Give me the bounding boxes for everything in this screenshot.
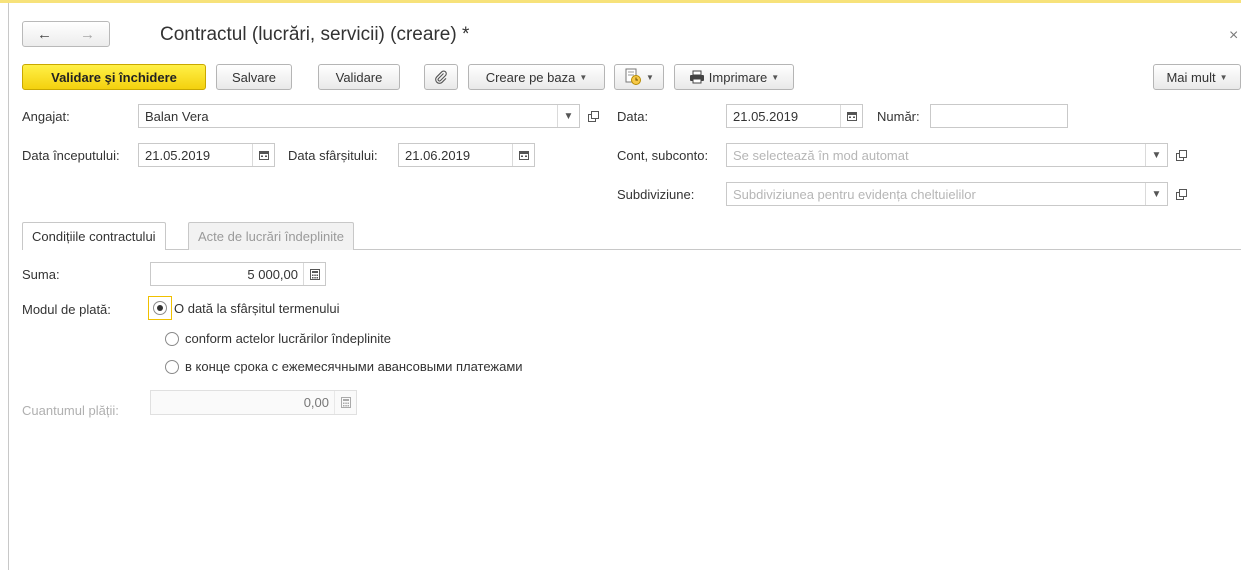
save-label: Salvare <box>231 69 277 85</box>
payment-mode-label: Modul de plată: <box>22 302 111 317</box>
start-date-label: Data începutului: <box>22 148 120 163</box>
tab-label: Condițiile contractului <box>32 229 156 244</box>
chevron-down-icon: ▼ <box>579 72 588 82</box>
save-button[interactable]: Salvare <box>216 64 292 90</box>
payment-option-label: conform actelor lucrărilor îndeplinite <box>185 331 391 346</box>
validate-label: Validare <box>335 69 383 85</box>
date-field[interactable]: 21.05.2019 <box>726 104 863 128</box>
page-title: Contractul (lucrări, servicii) (creare) … <box>160 24 470 45</box>
create-based-on-button[interactable]: Creare pe baza ▼ <box>468 64 605 90</box>
end-date-value: 21.06.2019 <box>405 147 471 163</box>
sum-value: 5 000,00 <box>247 266 298 282</box>
documents-menu-button[interactable]: ▼ <box>614 64 664 90</box>
close-icon[interactable]: × <box>1229 27 1238 45</box>
end-date-label: Data sfârșitului: <box>288 148 378 163</box>
number-field[interactable] <box>930 104 1068 128</box>
window-top-accent <box>0 0 1241 3</box>
employee-value: Balan Vera <box>145 108 209 124</box>
more-button[interactable]: Mai mult ▼ <box>1153 64 1241 90</box>
payment-option-label: O dată la sfârșitul termenului <box>174 300 340 316</box>
account-placeholder: Se selectează în mod automat <box>733 147 909 163</box>
print-label: Imprimare <box>708 69 768 85</box>
open-icon[interactable] <box>1170 182 1192 206</box>
dropdown-arrow-icon[interactable]: ▼ <box>1145 144 1167 166</box>
chevron-down-icon: ▼ <box>646 72 654 82</box>
validate-button[interactable]: Validare <box>318 64 400 90</box>
date-value: 21.05.2019 <box>733 108 799 124</box>
open-icon[interactable] <box>1170 143 1192 167</box>
printer-icon <box>689 70 704 84</box>
payment-amount-label: Cuantumul plății: <box>22 403 119 418</box>
forward-arrow-icon[interactable]: → <box>68 26 108 43</box>
subdivision-label: Subdiviziune: <box>617 187 695 202</box>
payment-amount-value: 0,00 <box>303 395 329 410</box>
start-date-field[interactable]: 21.05.2019 <box>138 143 275 167</box>
validate-and-close-button[interactable]: Validare şi închidere <box>22 64 206 90</box>
date-label: Data: <box>617 109 649 124</box>
paperclip-icon <box>435 70 447 84</box>
sum-field[interactable]: 5 000,00 <box>150 262 326 286</box>
start-date-value: 21.05.2019 <box>145 147 211 163</box>
subdivision-field[interactable]: Subdiviziunea pentru evidența cheltuieli… <box>726 182 1168 206</box>
sum-label: Suma: <box>22 267 60 282</box>
open-icon[interactable] <box>582 104 604 128</box>
print-button[interactable]: Imprimare ▼ <box>674 64 794 90</box>
account-field[interactable]: Se selectează în mod automat ▼ <box>726 143 1168 167</box>
tab-label: Acte de lucrări îndeplinite <box>198 229 344 244</box>
calendar-icon[interactable] <box>512 144 534 166</box>
payment-option-label: в конце срока с ежемесячными авансовыми … <box>185 359 523 374</box>
document-clock-icon <box>625 68 642 85</box>
account-label: Cont, subconto: <box>617 148 709 163</box>
radio-focus-frame <box>148 296 172 320</box>
chevron-down-icon: ▼ <box>771 72 780 82</box>
radio-unselected-icon[interactable] <box>165 331 179 346</box>
chevron-down-icon: ▼ <box>1219 72 1228 82</box>
calendar-icon[interactable] <box>840 105 862 127</box>
end-date-field[interactable]: 21.06.2019 <box>398 143 535 167</box>
dropdown-arrow-icon[interactable]: ▼ <box>557 105 579 127</box>
more-label: Mai mult <box>1166 69 1216 85</box>
calendar-icon[interactable] <box>252 144 274 166</box>
window-left-border <box>8 3 9 570</box>
back-arrow-icon[interactable]: ← <box>25 26 65 43</box>
payment-option-end-of-term[interactable]: O dată la sfârșitul termenului <box>148 296 339 320</box>
history-nav: ← → <box>22 21 110 47</box>
payment-option-per-acts[interactable]: conform actelor lucrărilor îndeplinite <box>165 331 391 346</box>
create-based-on-label: Creare pe baza <box>485 69 576 85</box>
number-label: Număr: <box>877 109 920 124</box>
validate-and-close-label: Validare şi închidere <box>51 69 177 85</box>
calculator-icon <box>334 391 356 414</box>
payment-option-monthly-advances[interactable]: в конце срока с ежемесячными авансовыми … <box>165 359 523 374</box>
radio-selected-icon[interactable] <box>153 301 167 315</box>
tab-completed-work-acts[interactable]: Acte de lucrări îndeplinite <box>188 222 354 250</box>
employee-field[interactable]: Balan Vera ▼ <box>138 104 580 128</box>
employee-label: Angajat: <box>22 109 70 124</box>
subdivision-placeholder: Subdiviziunea pentru evidența cheltuieli… <box>733 186 976 202</box>
payment-amount-field: 0,00 <box>150 390 357 415</box>
dropdown-arrow-icon[interactable]: ▼ <box>1145 183 1167 205</box>
tab-contract-conditions[interactable]: Condițiile contractului <box>22 222 166 250</box>
attach-button[interactable] <box>424 64 458 90</box>
calculator-icon[interactable] <box>303 263 325 285</box>
radio-unselected-icon[interactable] <box>165 359 179 374</box>
